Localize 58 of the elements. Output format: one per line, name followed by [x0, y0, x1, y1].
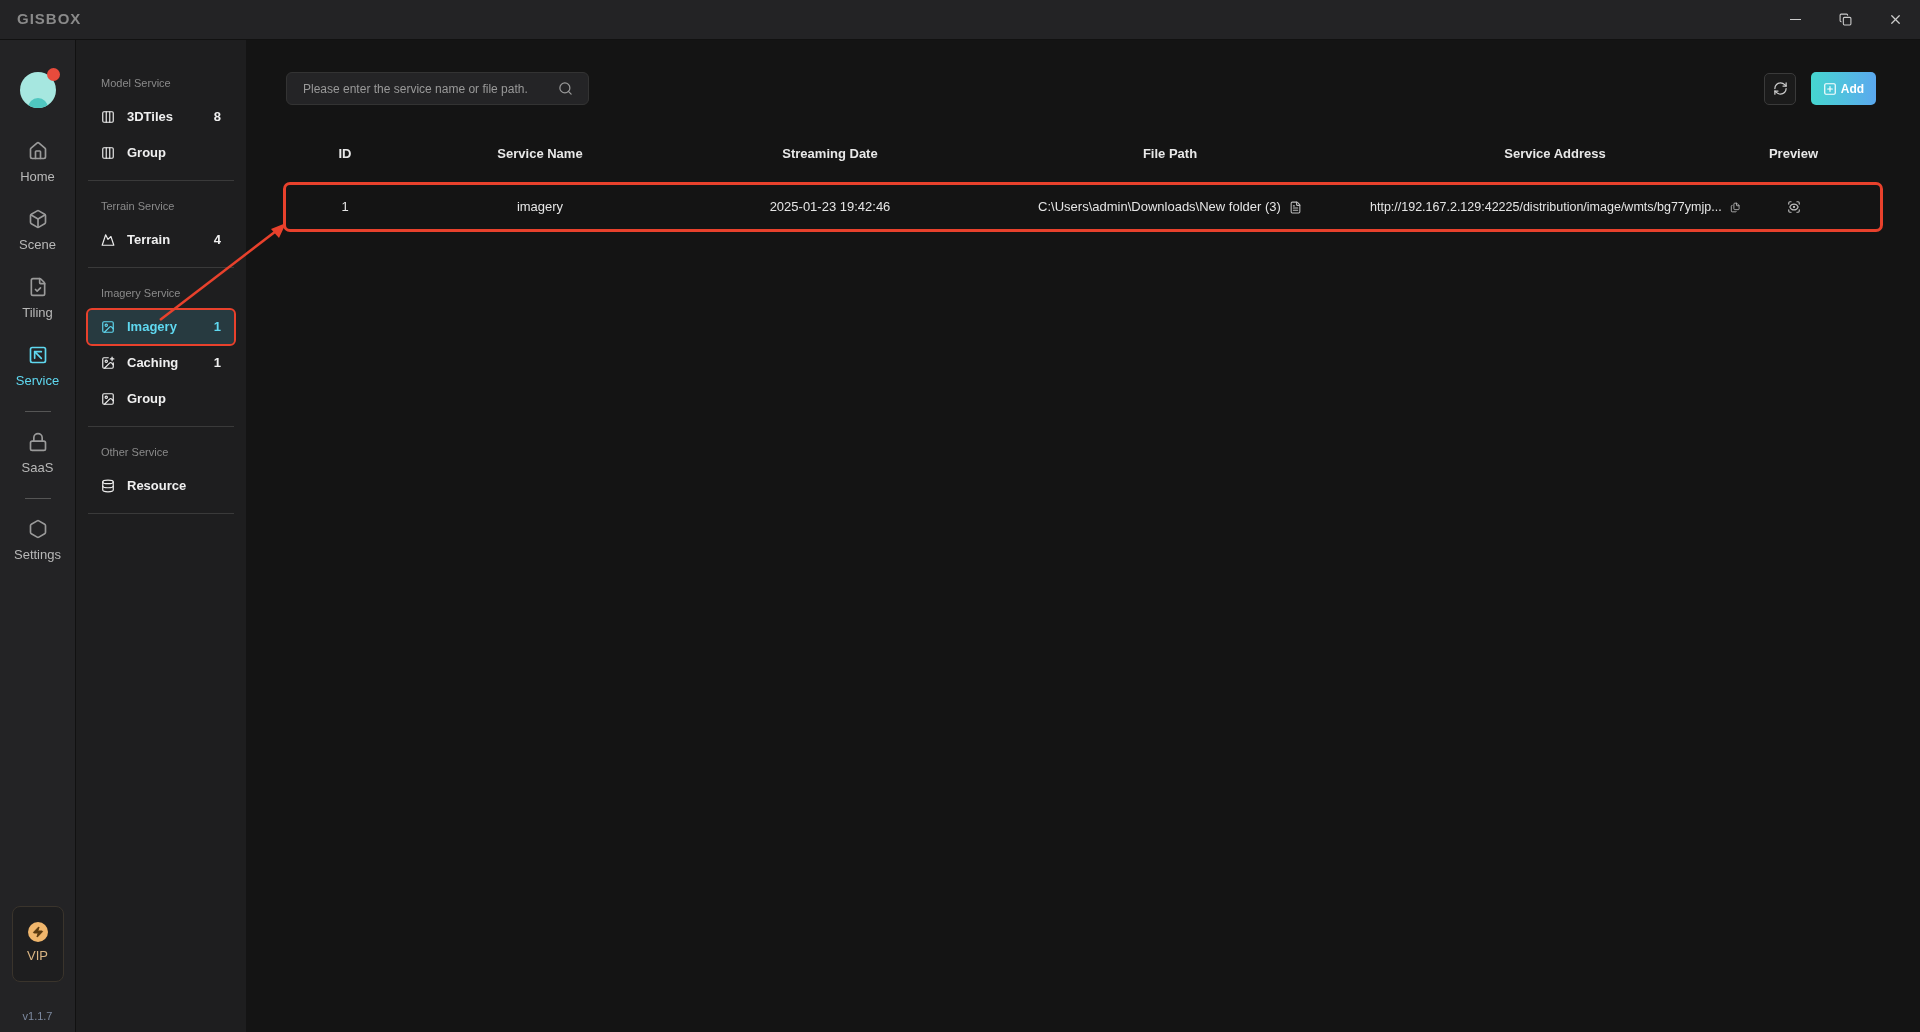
columns-icon: [101, 146, 115, 160]
sidebar-item[interactable]: Terrain 4: [88, 223, 234, 257]
nav-item[interactable]: Service: [2, 334, 73, 402]
section-heading: Terrain Service: [101, 198, 175, 214]
sidebar-item[interactable]: Group: [88, 136, 234, 170]
restore-icon: [1838, 13, 1852, 26]
image-plus-icon: [101, 356, 115, 370]
section-heading: Imagery Service: [101, 285, 181, 301]
notification-badge-icon: [46, 68, 60, 81]
table-cell-text: 1: [341, 198, 349, 217]
section-heading: Other Service: [101, 444, 169, 460]
column-header: Service Name: [497, 144, 583, 163]
image-icon: [101, 392, 115, 406]
cube-icon: [27, 209, 48, 230]
sidebar-item[interactable]: Caching 1: [88, 346, 234, 380]
refresh-button[interactable]: [1764, 72, 1796, 105]
database-icon: [101, 479, 115, 493]
sidebar-item[interactable]: Group: [88, 382, 234, 416]
preview-button[interactable]: [1786, 200, 1801, 214]
column-header: File Path: [1142, 144, 1198, 163]
image-icon: [101, 320, 115, 334]
minimize-icon: [1789, 18, 1801, 21]
settings-icon: [27, 519, 48, 540]
search-icon[interactable]: [558, 81, 573, 96]
plus-square-icon: [1822, 81, 1837, 96]
version-label: v1.1.7: [22, 1008, 53, 1024]
table-cell-text: 2025-01-23 19:42:46: [769, 198, 891, 217]
column-header: ID: [338, 144, 352, 163]
app-logo: GISBOX: [17, 9, 82, 30]
avatar[interactable]: [19, 72, 56, 108]
lightning-icon: [27, 921, 48, 942]
sidebar-item[interactable]: Resource: [88, 469, 234, 503]
column-header: Preview: [1768, 144, 1819, 163]
section-heading: Model Service: [101, 75, 171, 91]
house-icon: [27, 141, 48, 162]
vip-button[interactable]: VIP: [11, 905, 64, 982]
lock-icon: [27, 432, 48, 453]
nav-item[interactable]: Settings: [2, 508, 73, 576]
document-icon: [1288, 200, 1302, 214]
columns-icon: [101, 110, 115, 124]
table-cell-text: http://192.167.2.129:42225/distribution/image/wmts/bg77ymjp...: [1370, 198, 1722, 216]
nav-item[interactable]: SaaS: [2, 421, 73, 489]
scan-eye-icon: [1786, 200, 1801, 214]
table-row[interactable]: 1 imagery 2025-01-23 19:42:46 C:\Users\admin\Downloads\New folder (3) http://192.167.2.129:42225/distribution/image/wmts/bg77ymjp...: [286, 185, 1880, 229]
column-header: Service Address: [1504, 144, 1606, 163]
sidebar-item[interactable]: 3DTiles 8: [88, 100, 234, 134]
copy-icon: [1729, 200, 1740, 214]
table-cell-text: imagery: [516, 198, 564, 217]
search-field[interactable]: Please enter the service name or file path.: [286, 72, 589, 105]
refresh-icon: [1772, 81, 1788, 96]
mountain-icon: [101, 233, 115, 247]
nav-item[interactable]: Scene: [2, 198, 73, 266]
table-cell-text: C:\Users\admin\Downloads\New folder (3): [1038, 198, 1281, 217]
nav-item[interactable]: Tiling: [2, 266, 73, 334]
arrow-square-icon: [27, 345, 48, 366]
column-header: Streaming Date: [782, 144, 878, 163]
nav-item[interactable]: Home: [2, 130, 73, 198]
sidebar-item[interactable]: Imagery 1: [88, 310, 234, 344]
